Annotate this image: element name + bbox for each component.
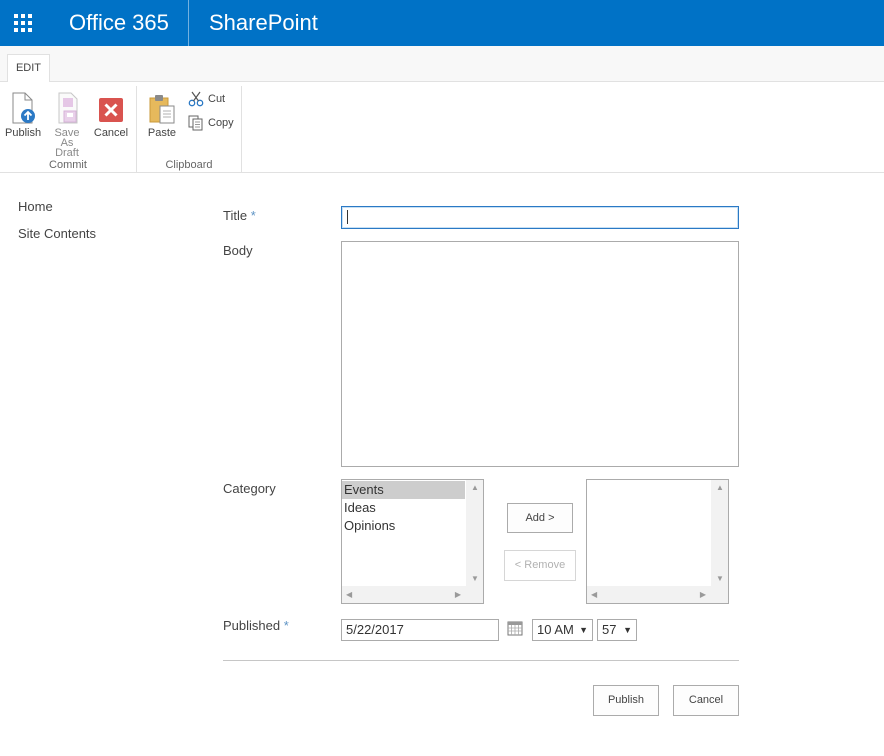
- sharepoint-title-link[interactable]: SharePoint: [209, 9, 318, 37]
- add-category-button[interactable]: Add >: [507, 503, 573, 533]
- app-launcher-button[interactable]: [0, 0, 46, 46]
- nav-item-home[interactable]: Home: [18, 198, 96, 216]
- suite-bar: Office 365 SharePoint: [0, 0, 884, 46]
- ribbon: Publish Save As Draft Cancel Commit Past…: [0, 82, 884, 173]
- scroll-left-arrow-icon[interactable]: ◀: [591, 590, 597, 599]
- ribbon-tab-strip: EDIT: [0, 46, 884, 83]
- category-available-listbox[interactable]: Events Ideas Opinions ▲ ▼ ◀ ▶: [341, 479, 484, 604]
- title-input[interactable]: [341, 206, 739, 229]
- hour-value: 10 AM: [537, 622, 574, 637]
- cancel-button[interactable]: Cancel: [673, 685, 739, 716]
- published-label-text: Published: [223, 618, 281, 633]
- chevron-down-icon: ▼: [623, 625, 632, 635]
- horizontal-scrollbar[interactable]: ◀ ▶: [587, 586, 728, 603]
- form-divider: [223, 660, 739, 661]
- ribbon-cancel-button[interactable]: Cancel: [93, 92, 129, 139]
- scissors-icon: [188, 91, 204, 107]
- scroll-down-arrow-icon[interactable]: ▼: [471, 574, 479, 583]
- horizontal-scrollbar[interactable]: ◀ ▶: [342, 586, 483, 603]
- paste-icon: [149, 95, 175, 124]
- title-field-label: Title *: [223, 208, 256, 223]
- category-option-events[interactable]: Events: [342, 481, 465, 499]
- tab-edit[interactable]: EDIT: [7, 54, 50, 83]
- published-field-label: Published *: [223, 618, 289, 633]
- calendar-icon[interactable]: [507, 620, 523, 636]
- body-textarea[interactable]: [341, 241, 739, 467]
- copy-icon: [188, 115, 203, 131]
- nav-item-site-contents[interactable]: Site Contents: [18, 225, 96, 243]
- title-label-text: Title: [223, 208, 248, 223]
- text-caret: [347, 210, 348, 224]
- required-marker: *: [283, 618, 289, 633]
- paste-label: Paste: [147, 127, 177, 139]
- ribbon-group-commit: Publish Save As Draft Cancel Commit: [0, 86, 136, 172]
- publish-label: Publish: [5, 127, 42, 139]
- minute-value: 57: [602, 622, 617, 637]
- publish-button[interactable]: Publish: [593, 685, 659, 716]
- scroll-left-arrow-icon[interactable]: ◀: [346, 590, 352, 599]
- body-field-label: Body: [223, 243, 253, 258]
- scroll-right-arrow-icon[interactable]: ▶: [700, 590, 706, 599]
- category-selected-listbox[interactable]: ▲ ▼ ◀ ▶: [586, 479, 729, 604]
- ribbon-group-separator: [241, 86, 242, 172]
- save-as-draft-label-2: Draft: [55, 147, 79, 159]
- remove-category-button[interactable]: < Remove: [504, 550, 576, 581]
- published-hour-select[interactable]: 10 AM ▼: [532, 619, 593, 641]
- clipboard-group-label: Clipboard: [165, 159, 213, 171]
- cancel-icon: [99, 98, 123, 122]
- published-date-input[interactable]: 5/22/2017: [341, 619, 499, 641]
- scroll-down-arrow-icon[interactable]: ▼: [716, 574, 724, 583]
- publish-icon: [12, 92, 35, 124]
- copy-label: Copy: [208, 117, 234, 129]
- required-marker: *: [250, 208, 256, 223]
- vertical-scrollbar[interactable]: ▲ ▼: [711, 480, 728, 586]
- save-draft-icon: [58, 92, 78, 124]
- scroll-right-arrow-icon[interactable]: ▶: [455, 590, 461, 599]
- cut-label: Cut: [208, 93, 226, 105]
- chevron-down-icon: ▼: [579, 625, 588, 635]
- category-field-label: Category: [223, 481, 276, 496]
- ribbon-copy-button[interactable]: Copy: [188, 115, 234, 131]
- quick-launch-nav: Home Site Contents: [18, 198, 96, 252]
- office365-brand-link[interactable]: Office 365: [69, 9, 169, 37]
- ribbon-group-clipboard: Paste Cut Copy Clipboard: [137, 86, 241, 172]
- scroll-up-arrow-icon[interactable]: ▲: [716, 483, 724, 492]
- suite-bar-divider: [188, 0, 189, 46]
- ribbon-paste-button[interactable]: Paste: [147, 92, 177, 139]
- save-as-draft-label-1: Save As: [54, 127, 80, 149]
- ribbon-publish-button[interactable]: Publish: [5, 92, 42, 139]
- category-option-ideas[interactable]: Ideas: [342, 499, 465, 517]
- ribbon-cut-button[interactable]: Cut: [188, 91, 225, 107]
- waffle-icon: [14, 14, 32, 32]
- category-option-opinions[interactable]: Opinions: [342, 517, 465, 535]
- commit-group-label: Commit: [49, 159, 87, 171]
- cancel-label: Cancel: [93, 127, 129, 139]
- published-minute-select[interactable]: 57 ▼: [597, 619, 637, 641]
- vertical-scrollbar[interactable]: ▲ ▼: [466, 480, 483, 586]
- ribbon-save-as-draft-button[interactable]: Save As Draft: [47, 92, 87, 159]
- scroll-up-arrow-icon[interactable]: ▲: [471, 483, 479, 492]
